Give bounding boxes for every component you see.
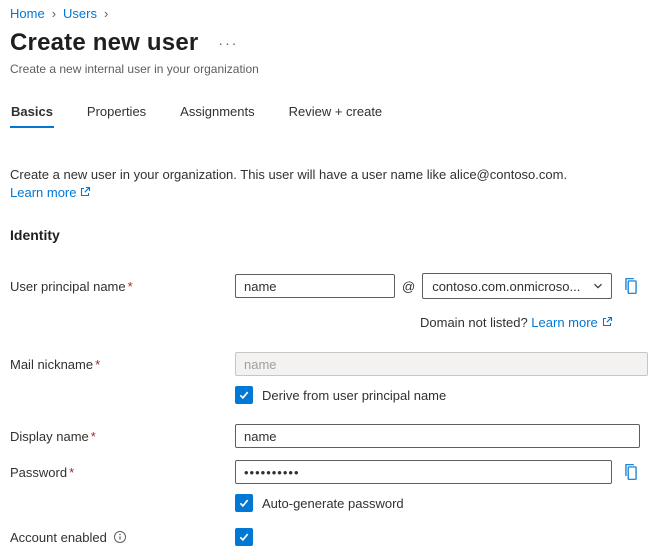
tab-assignments[interactable]: Assignments [179, 100, 255, 128]
domain-dropdown[interactable]: contoso.com.onmicroso... [422, 273, 612, 299]
required-asterisk: * [69, 465, 74, 480]
info-icon[interactable] [113, 530, 127, 544]
required-asterisk: * [95, 357, 100, 372]
checkmark-icon [238, 497, 250, 509]
header: Create new user ··· [10, 29, 641, 57]
tab-basics[interactable]: Basics [10, 100, 54, 128]
copy-icon[interactable] [622, 463, 640, 481]
chevron-right-icon: › [52, 6, 56, 21]
derive-checkbox[interactable] [235, 386, 253, 404]
create-user-page: Home › Users › Create new user ··· Creat… [0, 0, 651, 546]
intro-paragraph: Create a new user in your organization. … [10, 166, 641, 201]
intro-text: Create a new user in your organization. … [10, 167, 567, 182]
domain-note-text: Domain not listed? [420, 315, 528, 330]
upn-input[interactable] [235, 274, 395, 298]
context-menu-button[interactable]: ··· [218, 36, 238, 50]
autogen-checkbox-row: Auto-generate password [10, 494, 641, 512]
breadcrumb-home[interactable]: Home [10, 6, 45, 21]
display-name-input[interactable] [235, 424, 640, 448]
mail-nickname-label: Mail nickname* [10, 357, 235, 372]
breadcrumb-users[interactable]: Users [63, 6, 97, 21]
chevron-right-icon: › [104, 6, 108, 21]
required-asterisk: * [128, 279, 133, 294]
page-title: Create new user [10, 29, 198, 57]
domain-note: Domain not listed? Learn more [420, 315, 641, 330]
required-asterisk: * [91, 429, 96, 444]
autogen-password-checkbox[interactable] [235, 494, 253, 512]
external-link-icon [601, 316, 613, 328]
section-identity-heading: Identity [10, 227, 641, 243]
domain-dropdown-value: contoso.com.onmicroso... [432, 279, 580, 294]
derive-checkbox-label: Derive from user principal name [262, 388, 446, 403]
mail-nickname-row: Mail nickname* [10, 352, 641, 376]
external-link-icon [79, 186, 91, 198]
display-name-label: Display name* [10, 429, 235, 444]
page-subtitle: Create a new internal user in your organ… [10, 62, 641, 76]
display-name-row: Display name* [10, 424, 641, 448]
tab-bar: Basics Properties Assignments Review + c… [10, 100, 641, 128]
mail-nickname-input [235, 352, 648, 376]
upn-row: User principal name* @ contoso.com.onmic… [10, 273, 641, 299]
account-enabled-row: Account enabled [10, 528, 641, 546]
intro-learn-more-link[interactable]: Learn more [10, 185, 91, 200]
tab-properties[interactable]: Properties [86, 100, 147, 128]
at-symbol: @ [402, 279, 415, 294]
upn-label: User principal name* [10, 279, 235, 294]
chevron-down-icon [592, 280, 604, 292]
account-enabled-checkbox[interactable] [235, 528, 253, 546]
checkmark-icon [238, 389, 250, 401]
password-label: Password* [10, 465, 235, 480]
password-input[interactable] [235, 460, 612, 484]
tab-review-create[interactable]: Review + create [288, 100, 384, 128]
derive-checkbox-row: Derive from user principal name [10, 386, 641, 404]
domain-learn-more-link[interactable]: Learn more [531, 315, 612, 330]
autogen-password-label: Auto-generate password [262, 496, 404, 511]
checkmark-icon [238, 531, 250, 543]
password-row: Password* [10, 460, 641, 484]
copy-icon[interactable] [622, 277, 640, 295]
breadcrumb: Home › Users › [10, 6, 641, 21]
account-enabled-label: Account enabled [10, 530, 235, 545]
